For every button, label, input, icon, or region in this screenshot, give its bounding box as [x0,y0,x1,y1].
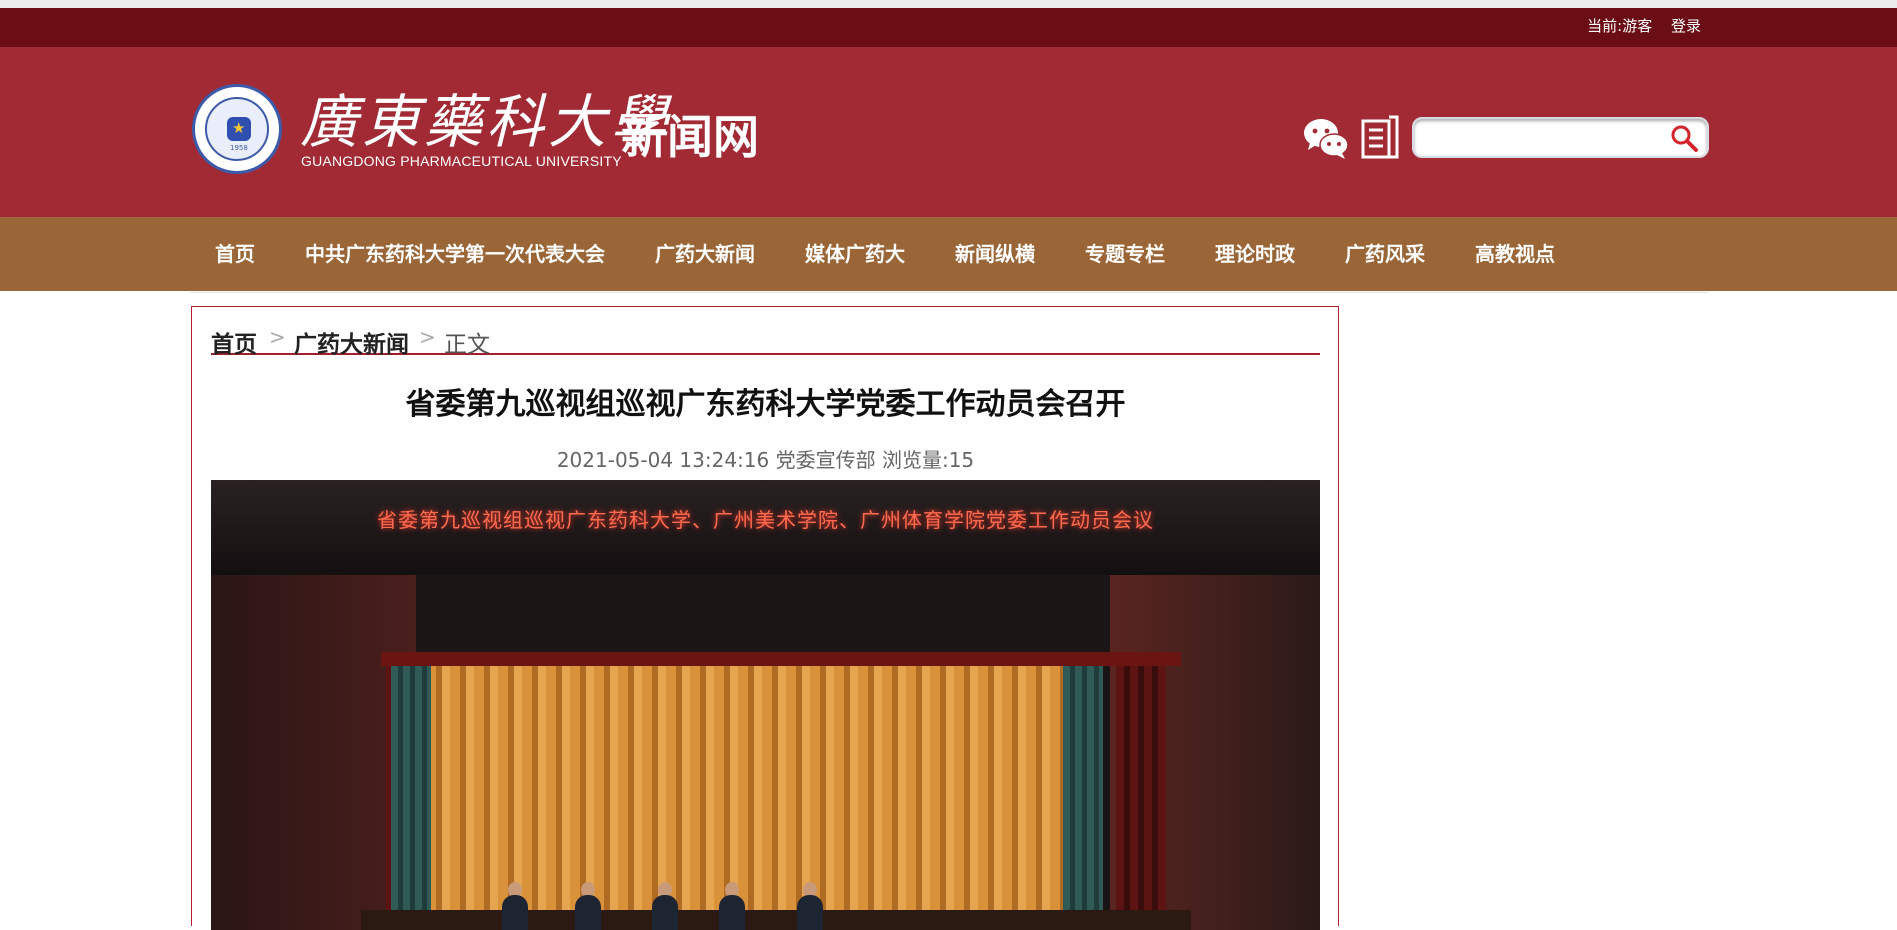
photo-person [719,895,745,930]
article-panel: 首页 > 广药大新闻 > 正文 省委第九巡视组巡视广东药科大学党委工作动员会召开… [191,306,1339,930]
article-meta: 2021-05-04 13:24:16 党委宣传部 浏览量:15 [556,448,975,472]
nav-item-theory-politics[interactable]: 理论时政 [1190,217,1320,291]
top-bar: 当前:游客 登录 [0,8,1897,47]
nav-item-campus-style[interactable]: 广药风采 [1320,217,1450,291]
document-icon[interactable] [1361,115,1399,159]
university-name-cn: 廣東藥科大學 [300,88,673,156]
main-nav: 首页 中共广东药科大学第一次代表大会 广药大新闻 媒体广药大 新闻纵横 专题专栏… [0,217,1897,291]
current-user-label: 当前:游客 [1587,17,1653,35]
breadcrumb-separator-icon: > [419,325,436,349]
breadcrumb-separator-icon: > [269,325,286,349]
breadcrumb-home[interactable]: 首页 [211,325,257,359]
university-name-en: GUANGDONG PHARMACEUTICAL UNIVERSITY [301,153,622,169]
nav-item-news-overview[interactable]: 新闻纵横 [930,217,1060,291]
site-name: 新闻网 [621,110,759,164]
search-icon[interactable] [1669,123,1699,153]
article-title: 省委第九巡视组巡视广东药科大学党委工作动员会召开 [405,387,1126,422]
logo-inner-ring: ★ 1958 [205,97,269,161]
photo-person [652,895,678,930]
nav-item-special-topics[interactable]: 专题专栏 [1060,217,1190,291]
photo-stage [361,910,1191,930]
wechat-icon[interactable] [1302,114,1350,162]
photo-person [502,895,528,930]
top-edge [0,0,1897,8]
article-photo[interactable]: 省委第九巡视组巡视广东药科大学、广州美术学院、广州体育学院党委工作动员会议 [211,480,1320,930]
login-link[interactable]: 登录 [1671,17,1701,35]
nav-item-home[interactable]: 首页 [190,217,280,291]
photo-led-banner: 省委第九巡视组巡视广东药科大学、广州美术学院、广州体育学院党委工作动员会议 [377,508,1154,532]
logo-star-icon: ★ [232,119,246,137]
photo-valance [381,652,1181,666]
nav-divider [190,292,1708,293]
nav-item-higher-education[interactable]: 高教视点 [1450,217,1580,291]
photo-person [797,895,823,930]
photo-person [575,895,601,930]
breadcrumb-current: 正文 [444,332,490,358]
site-header: ★ 1958 廣東藥科大學 GUANGDONG PHARMACEUTICAL U… [0,47,1897,217]
user-status: 当前:游客 登录 [1587,8,1701,44]
nav-item-university-news[interactable]: 广药大新闻 [630,217,780,291]
nav-list: 首页 中共广东药科大学第一次代表大会 广药大新闻 媒体广药大 新闻纵横 专题专栏… [190,217,1580,291]
nav-item-media[interactable]: 媒体广药大 [780,217,930,291]
photo-curtain-teal-left [391,664,431,930]
photo-curtain-gold [426,660,1066,930]
logo-year: 1958 [230,144,248,152]
search-box [1412,117,1709,158]
photo-curtain-red-right [1116,660,1166,930]
search-input[interactable] [1426,125,1664,151]
university-logo[interactable]: ★ 1958 [192,84,282,174]
breadcrumb-section[interactable]: 广药大新闻 [294,325,409,359]
photo-curtain-teal-right [1063,664,1103,930]
breadcrumb: 首页 > 广药大新闻 > 正文 [211,319,1320,358]
nav-item-party-congress[interactable]: 中共广东药科大学第一次代表大会 [280,217,630,291]
